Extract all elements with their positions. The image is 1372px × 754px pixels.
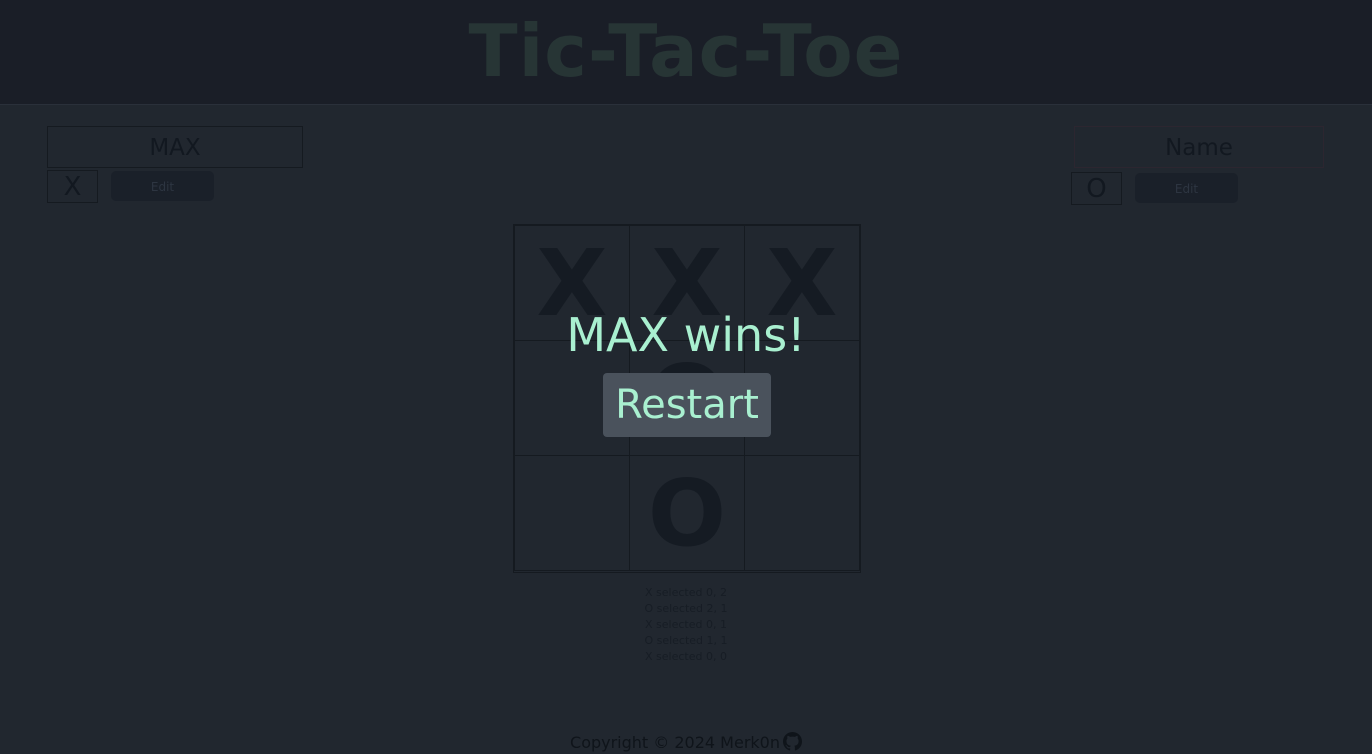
page-title: Tic-Tac-Toe — [468, 9, 904, 93]
player-one-name[interactable]: MAX — [47, 126, 303, 168]
move-log: X selected 0, 2 O selected 2, 1 X select… — [586, 585, 786, 665]
player-one-edit-button[interactable]: Edit — [111, 171, 214, 201]
move-log-entry: X selected 0, 1 — [645, 618, 727, 631]
game-over-message: MAX wins! — [566, 308, 806, 362]
page-footer: Copyright © 2024 Merk0n — [0, 731, 1372, 754]
player-two-symbol: O — [1071, 172, 1122, 205]
player-two-name[interactable]: Name — [1074, 126, 1324, 168]
board-cell-2-1[interactable]: O — [629, 455, 745, 571]
move-log-entry: X selected 0, 2 — [645, 586, 727, 599]
restart-button[interactable]: Restart — [603, 373, 771, 437]
board-cell-2-2[interactable] — [744, 455, 860, 571]
move-log-entry: X selected 0, 0 — [645, 650, 727, 663]
move-log-entry: O selected 1, 1 — [644, 634, 728, 647]
copyright-text: Copyright © 2024 Merk0n — [570, 733, 780, 752]
player-one-symbol: X — [47, 170, 98, 203]
move-log-entry: O selected 2, 1 — [644, 602, 728, 615]
page-header: Tic-Tac-Toe — [0, 0, 1372, 105]
player-two-edit-button[interactable]: Edit — [1135, 173, 1238, 203]
board-cell-2-0[interactable] — [514, 455, 630, 571]
github-icon[interactable] — [782, 732, 802, 754]
app-root: Tic-Tac-Toe MAX X Edit Name O Edit X X X… — [0, 0, 1372, 754]
